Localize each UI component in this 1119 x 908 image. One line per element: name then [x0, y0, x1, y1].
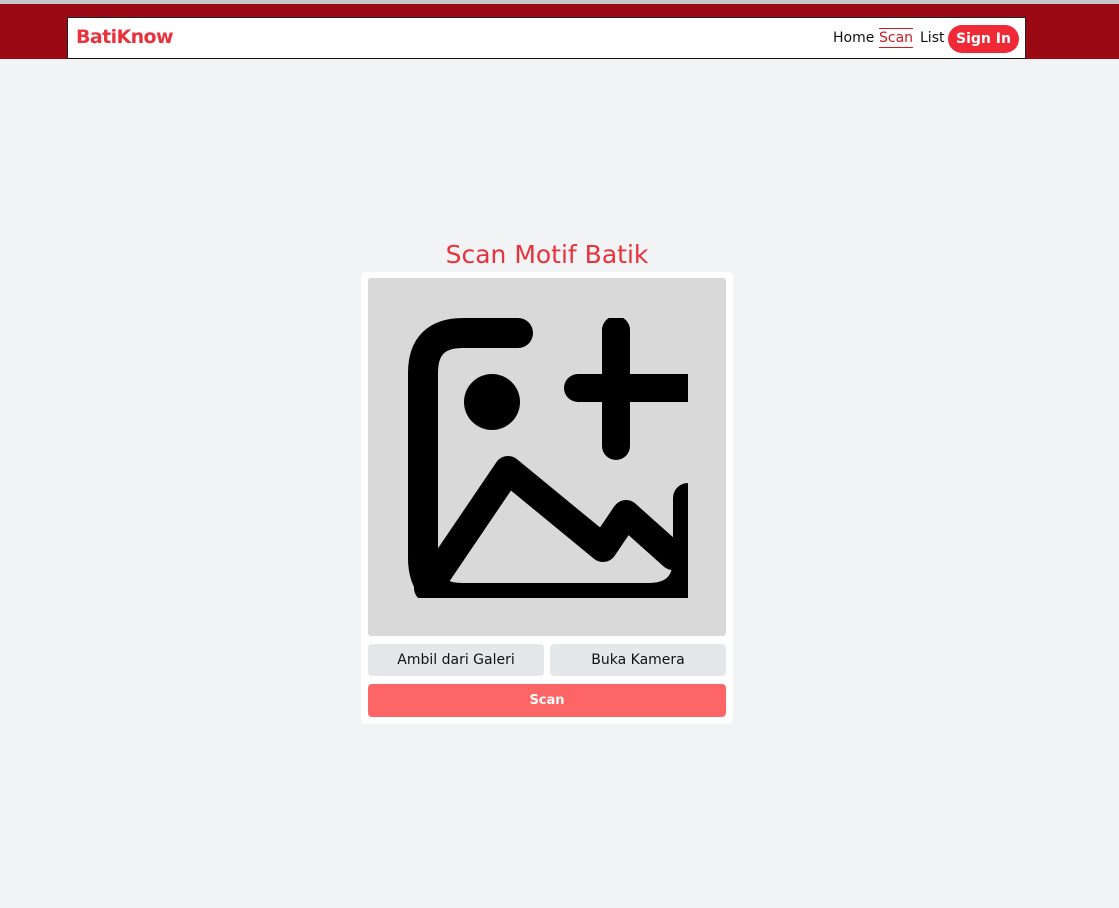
page-title: Scan Motif Batik: [445, 240, 649, 269]
navbar: BatiKnow Home Scan List Sign In: [67, 17, 1026, 59]
brand-logo[interactable]: BatiKnow: [76, 26, 174, 48]
sign-in-button[interactable]: Sign In: [948, 25, 1019, 53]
scan-button[interactable]: Scan: [368, 684, 726, 717]
nav-list-link[interactable]: List: [920, 29, 944, 47]
nav-scan-link[interactable]: Scan: [879, 28, 914, 48]
nav-home-link[interactable]: Home: [833, 29, 874, 47]
image-preview[interactable]: [368, 278, 726, 636]
gallery-button[interactable]: Ambil dari Galeri: [368, 644, 544, 676]
scan-card: Ambil dari Galeri Buka Kamera Scan: [361, 272, 733, 724]
image-add-icon: [408, 318, 688, 598]
camera-button[interactable]: Buka Kamera: [550, 644, 726, 676]
